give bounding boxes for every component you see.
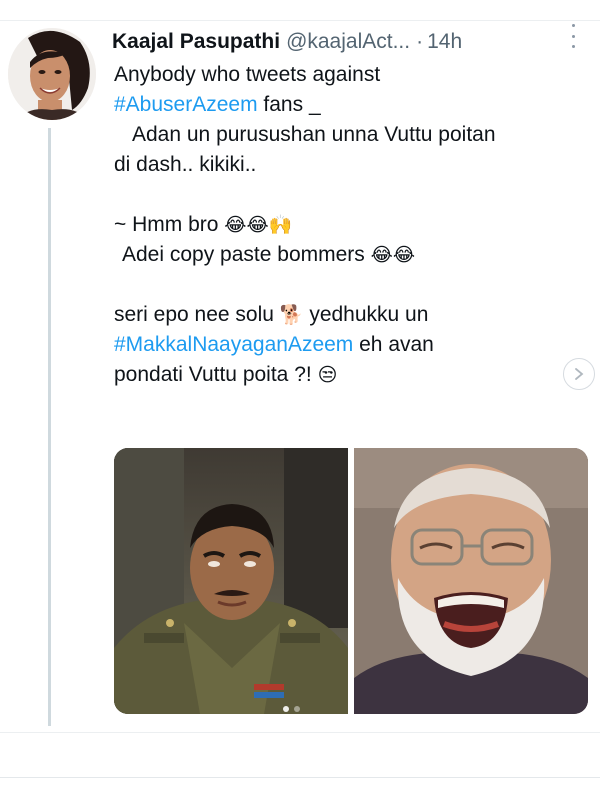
more-options-icon[interactable] <box>568 24 578 48</box>
text-line: Anybody who tweets against <box>114 63 381 86</box>
text-fragment: yedhukku un <box>309 303 429 326</box>
text-fragment: eh avan <box>353 333 434 356</box>
text-line: #MakkalNaayaganAzeem eh avan <box>114 330 594 360</box>
text-line: seri epo nee solu 🐕 yedhukku un <box>114 300 594 330</box>
text-line: ~ Hmm bro 😂😂🙌 <box>114 210 594 240</box>
text-fragment: pondati Vuttu poita ?! <box>114 363 312 386</box>
text-line: Adan un purusushan unna Vuttu poitan <box>132 123 496 146</box>
separator-dot: · <box>416 30 424 53</box>
text-fragment: seri epo nee solu <box>114 303 274 326</box>
carousel-dot <box>294 706 300 712</box>
next-arrow-button[interactable] <box>563 358 595 390</box>
laugh-emoji-icon: 😂😂🙌 <box>224 214 293 236</box>
text-line: di dash.. kikiki.. <box>114 153 257 176</box>
display-name[interactable]: Kaajal Pasupathi <box>112 30 280 53</box>
top-strip <box>0 0 600 21</box>
carousel-dot <box>283 706 289 712</box>
avatar[interactable] <box>8 28 96 120</box>
media-grid[interactable] <box>114 448 588 714</box>
media-photo-laughing-man[interactable] <box>354 448 588 714</box>
tweet-card[interactable]: Kaajal Pasupathi @kaajalAct... · 14h Anybod… <box>0 20 600 732</box>
text-line: #AbuserAzeem fans _ <box>114 90 594 120</box>
divider <box>0 777 600 778</box>
unamused-emoji-icon: 😒 <box>317 364 338 386</box>
tweet-header: Kaajal Pasupathi @kaajalAct... · 14h <box>112 28 582 58</box>
footer-area <box>0 733 600 800</box>
chevron-right-icon <box>575 368 584 380</box>
tweet-timestamp[interactable]: 14h <box>427 30 462 53</box>
text-line: pondati Vuttu poita ?! 😒 <box>114 360 594 390</box>
text-fragment: ~ Hmm bro <box>114 213 219 236</box>
hashtag-link[interactable]: #AbuserAzeem <box>114 93 258 116</box>
text-fragment: Adei copy paste bommers <box>122 243 365 266</box>
carousel-indicator <box>283 706 300 712</box>
dog-emoji-icon: 🐕 <box>279 304 304 326</box>
hashtag-link[interactable]: #MakkalNaayaganAzeem <box>114 333 353 356</box>
media-photo-officer[interactable] <box>114 448 348 714</box>
user-handle[interactable]: @kaajalAct... <box>286 30 410 53</box>
text-line: Adei copy paste bommers 😂😂 <box>114 240 594 270</box>
tweet-text: Anybody who tweets against #AbuserAzeem … <box>114 60 594 390</box>
laugh-emoji-icon: 😂😂 <box>370 244 416 266</box>
thread-line <box>48 128 51 726</box>
text-fragment: fans _ <box>257 93 321 116</box>
